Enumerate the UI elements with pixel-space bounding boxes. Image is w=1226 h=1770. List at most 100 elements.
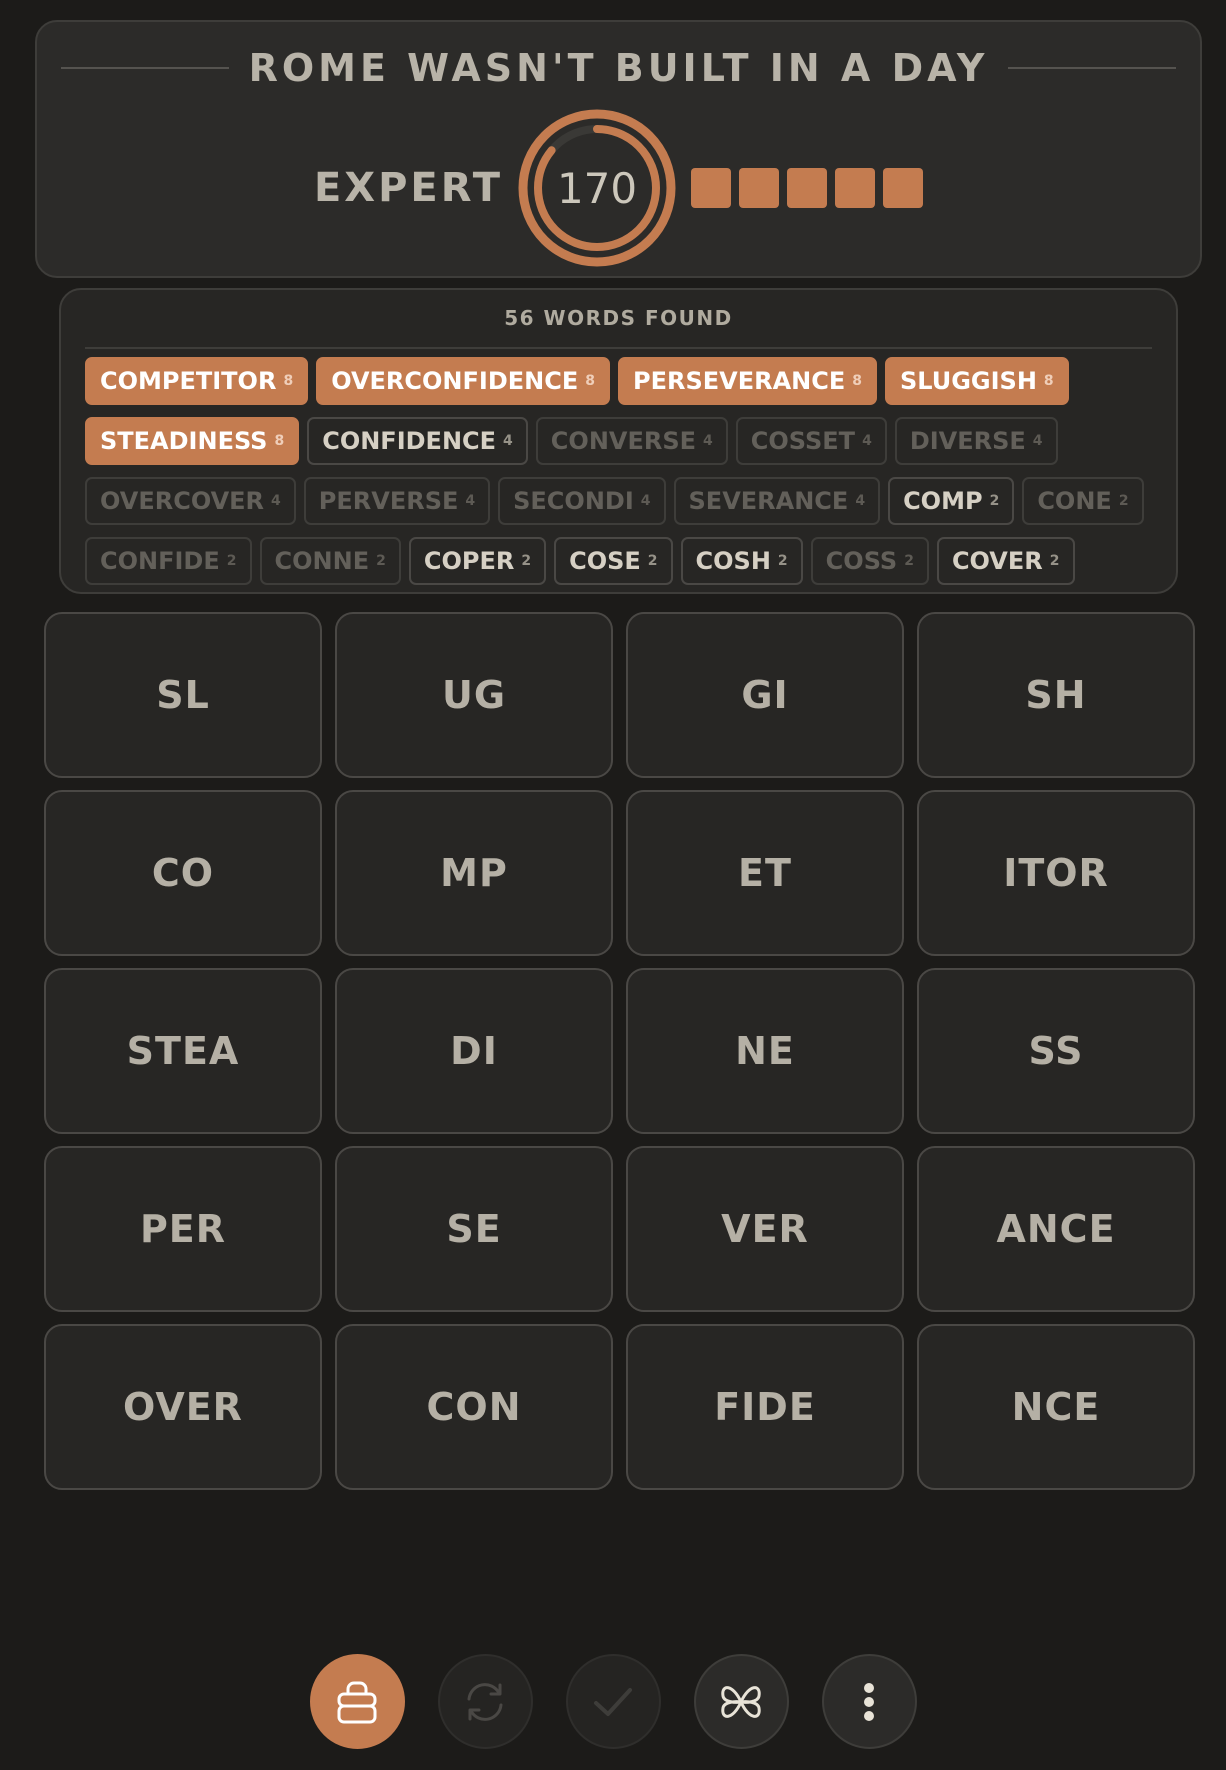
found-word-chip: STEADINESS 8 [85, 417, 300, 465]
score-row: EXPERT 170 [37, 108, 1200, 268]
letter-tile[interactable]: GI [626, 612, 904, 778]
found-word-text: COPER [423, 547, 515, 575]
found-word-text: CONFIDE [100, 547, 220, 575]
found-words-panel[interactable]: 56 WORDS FOUND COMPETITOR 8 OVERCONFIDENCE… [59, 288, 1178, 594]
found-word-chip: COSSET 4 [735, 417, 887, 465]
cup-button[interactable] [309, 1654, 405, 1749]
found-word-chip: CONNE 2 [259, 537, 401, 585]
more-icon [864, 1682, 874, 1721]
shuffle-icon [467, 1682, 503, 1721]
check-icon [594, 1687, 632, 1716]
shuffle-button[interactable] [437, 1654, 533, 1749]
letter-tile[interactable]: SL [44, 612, 322, 778]
letter-tile[interactable]: PER [44, 1146, 322, 1312]
letter-tile[interactable]: CON [335, 1324, 613, 1490]
found-word-chip: COSS 2 [810, 537, 929, 585]
flower-icon [721, 1685, 761, 1718]
found-word-points: 2 [521, 553, 532, 569]
title-rule-right [1008, 67, 1177, 69]
found-word-points: 2 [226, 553, 237, 569]
tile-grid: SL UG GI SH CO MP ET ITOR STEA DI NE SS PER SE VER ANCE… [44, 612, 1195, 1490]
found-word-text: COMP [903, 487, 983, 515]
letter-tile[interactable]: ET [626, 790, 904, 956]
letter-tile[interactable]: UG [335, 612, 613, 778]
found-word-chip: PERVERSE 4 [303, 477, 491, 525]
found-word-text: OVERCOVER [100, 487, 265, 515]
found-word-text: COSH [695, 547, 771, 575]
found-word-text: DIVERSE [909, 427, 1026, 455]
letter-tile[interactable]: VER [626, 1146, 904, 1312]
found-word-text: COVER [951, 547, 1043, 575]
letter-tile[interactable]: SH [917, 612, 1195, 778]
found-words-divider [85, 347, 1152, 349]
found-word-points: 4 [271, 493, 281, 509]
found-words-title: 56 WORDS FOUND [504, 306, 733, 330]
found-word-points: 2 [647, 553, 658, 569]
found-word-points: 8 [852, 373, 862, 389]
letter-tile[interactable]: OVER [44, 1324, 322, 1490]
found-word-text: OVERCONFIDENCE [331, 367, 579, 395]
letter-tile[interactable]: ITOR [917, 790, 1195, 956]
letter-tile[interactable]: ANCE [917, 1146, 1195, 1312]
found-word-chip: CONVERSE 4 [535, 417, 728, 465]
found-word-text: CONNE [274, 547, 370, 575]
letter-tile[interactable]: STEA [44, 968, 322, 1134]
found-word-points: 4 [862, 433, 872, 449]
letter-tile[interactable]: CO [44, 790, 322, 956]
found-word-text: COMPETITOR [100, 367, 277, 395]
progress-block [835, 168, 876, 208]
progress-block [787, 168, 828, 208]
found-word-text: PERSEVERANCE [632, 367, 846, 395]
found-word-chip: SECONDI 4 [498, 477, 666, 525]
found-word-points: 4 [703, 433, 713, 449]
score-value: 170 [556, 163, 638, 213]
letter-tile[interactable]: NE [626, 968, 904, 1134]
found-word-chip: COPER 2 [408, 537, 547, 585]
found-word-chip: SEVERANCE 4 [673, 477, 881, 525]
found-word-text: SECONDI [513, 487, 634, 515]
found-word-points: 8 [585, 373, 595, 389]
found-word-chip: OVERCONFIDENCE 8 [316, 357, 610, 405]
found-word-text: CONFIDENCE [322, 427, 497, 455]
found-word-chip: SLUGGISH 8 [885, 357, 1069, 405]
letter-tile[interactable]: NCE [917, 1324, 1195, 1490]
found-word-points: 8 [1043, 373, 1054, 389]
letter-tile[interactable]: DI [335, 968, 613, 1134]
found-word-points: 4 [1032, 433, 1043, 449]
progress-block [883, 168, 924, 208]
found-word-text: COSS [825, 547, 898, 575]
found-word-points: 4 [503, 433, 513, 449]
title-row: ROME WASN'T BUILT IN A DAY [61, 46, 1177, 90]
found-word-text: SEVERANCE [688, 487, 849, 515]
found-word-points: 4 [855, 493, 866, 509]
flower-button[interactable] [693, 1654, 789, 1749]
found-word-chip: COVER 2 [936, 537, 1075, 585]
letter-tile[interactable]: FIDE [626, 1324, 904, 1490]
found-word-text: CONVERSE [550, 427, 697, 455]
found-word-points: 2 [376, 553, 386, 569]
letter-tile[interactable]: SS [917, 968, 1195, 1134]
found-word-chip: CONFIDENCE 4 [307, 417, 528, 465]
app-root: ROME WASN'T BUILT IN A DAY EXPERT 170 56… [0, 0, 1226, 1770]
cup-icon [337, 1681, 377, 1723]
letter-tile[interactable]: MP [335, 790, 613, 956]
more-button[interactable] [821, 1654, 917, 1749]
found-word-points: 2 [777, 553, 788, 569]
submit-button[interactable] [565, 1654, 661, 1749]
found-word-points: 8 [274, 433, 285, 449]
found-words-list: COMPETITOR 8 OVERCONFIDENCE 8 PERSEVERANCE 8 S… [85, 357, 1166, 585]
found-word-chip: PERSEVERANCE 8 [617, 357, 877, 405]
found-word-text: COSE [569, 547, 641, 575]
progress-block [739, 168, 780, 208]
letter-tile[interactable]: SE [335, 1146, 613, 1312]
found-word-chip: DIVERSE 4 [894, 417, 1058, 465]
found-word-chip: CONFIDE 2 [85, 537, 252, 585]
found-word-points: 2 [904, 553, 914, 569]
found-word-text: CONE [1037, 487, 1112, 515]
found-word-text: SLUGGISH [900, 367, 1037, 395]
found-word-chip: CONE 2 [1022, 477, 1144, 525]
found-word-points: 2 [1118, 493, 1129, 509]
found-word-chip: COSE 2 [554, 537, 673, 585]
progress-block [691, 168, 732, 208]
found-word-chip: COMP 2 [888, 477, 1015, 525]
